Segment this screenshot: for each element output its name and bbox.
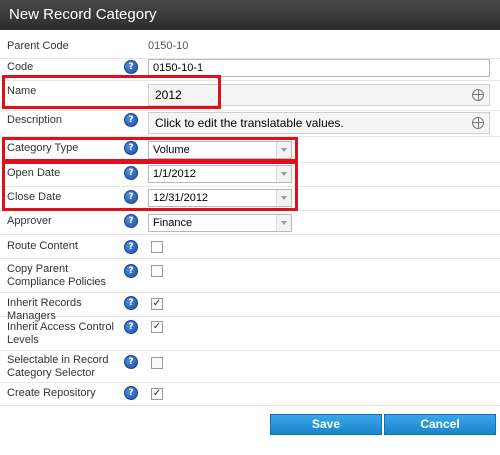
approver-label: Approver bbox=[7, 215, 52, 227]
row-parent-code: Parent Code 0150-10 bbox=[0, 36, 500, 59]
open-date-value: 1/1/2012 bbox=[153, 168, 196, 180]
chevron-down-icon[interactable] bbox=[276, 215, 291, 231]
globe-icon[interactable] bbox=[472, 117, 484, 129]
selectable-in-selector-checkbox[interactable] bbox=[151, 357, 163, 369]
row-copy-parent-compliance: Copy Parent Compliance Policies ? bbox=[0, 258, 500, 293]
parent-code-label: Parent Code bbox=[7, 40, 69, 52]
help-icon[interactable]: ? bbox=[124, 113, 138, 127]
inherit-access-control-label: Inherit Access Control Levels bbox=[7, 321, 114, 346]
open-date-picker[interactable]: 1/1/2012 bbox=[148, 165, 292, 183]
cancel-button[interactable]: Cancel bbox=[384, 414, 496, 435]
copy-parent-compliance-checkbox[interactable] bbox=[151, 265, 163, 277]
close-date-value: 12/31/2012 bbox=[153, 192, 209, 204]
create-repository-checkbox[interactable]: ✓ bbox=[151, 388, 163, 400]
close-date-label: Close Date bbox=[7, 191, 62, 203]
row-description: Description ? Click to edit the translat… bbox=[0, 110, 500, 137]
description-value: Click to edit the translatable values. bbox=[155, 116, 344, 130]
inherit-access-control-checkbox[interactable]: ✓ bbox=[151, 321, 163, 333]
close-date-picker[interactable]: 12/31/2012 bbox=[148, 189, 292, 207]
row-category-type: Category Type ? Volume bbox=[0, 136, 500, 163]
help-icon[interactable]: ? bbox=[124, 355, 138, 369]
chevron-down-icon[interactable] bbox=[276, 190, 291, 206]
help-icon[interactable]: ? bbox=[124, 214, 138, 228]
name-field[interactable]: 2012 bbox=[148, 84, 490, 106]
help-icon[interactable]: ? bbox=[124, 141, 138, 155]
route-content-checkbox[interactable] bbox=[151, 241, 163, 253]
help-icon[interactable]: ? bbox=[124, 190, 138, 204]
help-icon[interactable]: ? bbox=[124, 296, 138, 310]
category-type-value: Volume bbox=[153, 144, 190, 156]
dialog-title: New Record Category bbox=[9, 6, 157, 23]
help-icon[interactable]: ? bbox=[124, 320, 138, 334]
route-content-label: Route Content bbox=[7, 240, 78, 252]
inherit-records-managers-checkbox[interactable]: ✓ bbox=[151, 298, 163, 310]
row-close-date: Close Date ? 12/31/2012 bbox=[0, 186, 500, 211]
help-icon[interactable]: ? bbox=[124, 264, 138, 278]
category-type-select[interactable]: Volume bbox=[148, 141, 292, 159]
description-field[interactable]: Click to edit the translatable values. bbox=[148, 112, 490, 134]
row-code: Code ? 0150-10-1 bbox=[0, 58, 500, 81]
dialog-title-bar: New Record Category bbox=[0, 0, 500, 30]
chevron-down-icon[interactable] bbox=[276, 142, 291, 158]
row-approver: Approver ? Finance bbox=[0, 210, 500, 235]
category-type-label: Category Type bbox=[7, 142, 79, 154]
code-field[interactable]: 0150-10-1 bbox=[148, 59, 490, 77]
description-label: Description bbox=[7, 114, 63, 126]
row-open-date: Open Date ? 1/1/2012 bbox=[0, 162, 500, 187]
row-route-content: Route Content ? bbox=[0, 234, 500, 259]
approver-select[interactable]: Finance bbox=[148, 214, 292, 232]
row-inherit-records-managers: Inherit Records Managers ? ✓ bbox=[0, 292, 500, 322]
parent-code-value: 0150-10 bbox=[148, 40, 189, 52]
help-icon[interactable]: ? bbox=[124, 60, 138, 74]
row-name: Name 2012 bbox=[0, 80, 500, 111]
help-icon[interactable]: ? bbox=[124, 166, 138, 180]
globe-icon[interactable] bbox=[472, 89, 484, 101]
approver-value: Finance bbox=[153, 217, 193, 229]
create-repository-label: Create Repository bbox=[7, 387, 96, 399]
row-inherit-access-control: Inherit Access Control Levels ? ✓ bbox=[0, 316, 500, 351]
open-date-label: Open Date bbox=[7, 167, 61, 179]
name-value: 2012 bbox=[155, 88, 182, 102]
help-icon[interactable]: ? bbox=[124, 386, 138, 400]
name-label: Name bbox=[7, 85, 37, 97]
row-create-repository: Create Repository ? ✓ bbox=[0, 382, 500, 404]
selectable-in-selector-label: Selectable in Record Category Selector bbox=[7, 354, 109, 379]
save-button[interactable]: Save bbox=[270, 414, 382, 435]
code-label: Code bbox=[7, 61, 34, 73]
help-icon[interactable]: ? bbox=[124, 240, 138, 254]
footer-divider bbox=[0, 405, 500, 406]
chevron-down-icon[interactable] bbox=[276, 166, 291, 182]
row-selectable-in-selector: Selectable in Record Category Selector ? bbox=[0, 350, 500, 383]
copy-parent-compliance-label: Copy Parent Compliance Policies bbox=[7, 263, 107, 288]
